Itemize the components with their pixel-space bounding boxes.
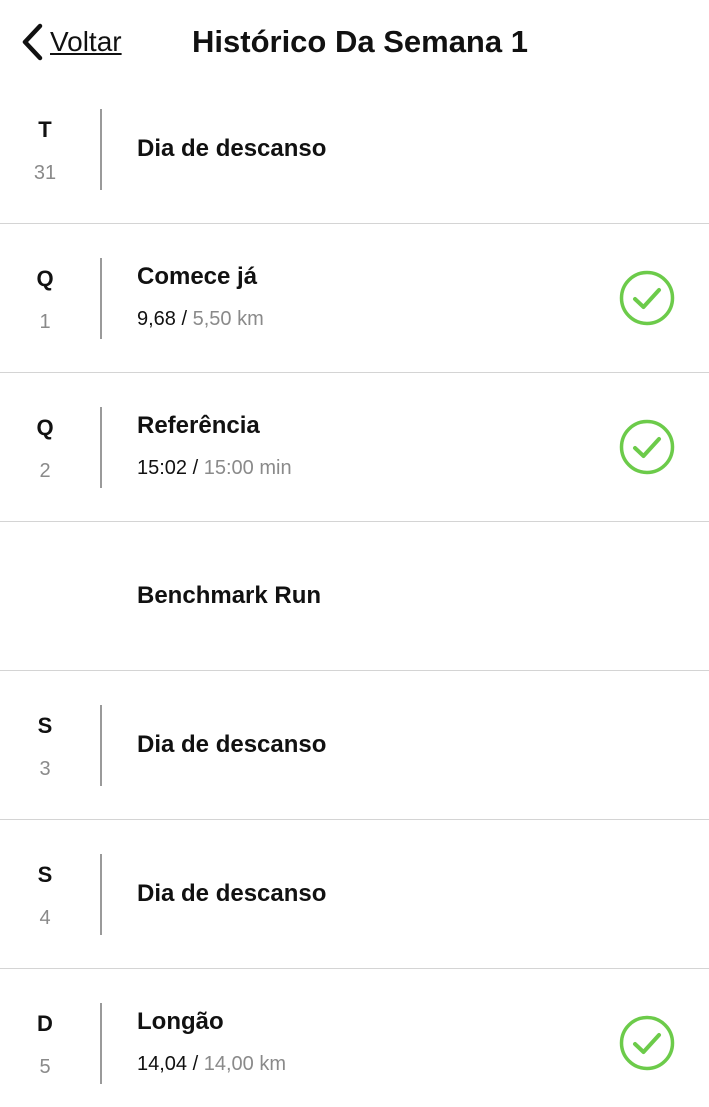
workout-title: Comece já [137,263,258,290]
day-row-rest[interactable]: S 3 Dia de descanso [0,671,709,820]
day-number: 1 [39,311,51,333]
stat-target: 14,00 km [203,1053,286,1075]
workout-title: Longão [137,1008,224,1035]
day-row-rest[interactable]: S 4 Dia de descanso [0,820,709,969]
workout-title: Dia de descanso [137,880,327,907]
day-row-rest[interactable]: T 31 Dia de descanso [0,75,709,224]
stat-actual: 14,04 [137,1053,188,1075]
workout-title: Referência [137,412,260,439]
row-divider [100,109,102,190]
day-number: 4 [39,907,51,929]
chevron-left-icon [22,23,43,61]
back-button[interactable]: Voltar [20,20,122,64]
day-number: 5 [39,1056,51,1078]
day-number: 31 [33,162,57,184]
workout-title: Dia de descanso [137,135,327,162]
day-letter: S [37,713,53,738]
check-circle-icon [619,270,675,326]
day-row-workout[interactable]: Q 2 Referência 15:02 / 15:00 min [0,373,709,522]
day-letter: D [37,1011,53,1036]
stat-target: 5,50 km [192,308,264,330]
day-letter: Q [36,415,54,440]
back-label: Voltar [50,26,122,57]
workout-title: Benchmark Run [137,582,322,609]
check-circle-icon [619,1015,675,1071]
header: Voltar Histórico Da Semana 1 [0,0,709,84]
row-divider [100,1003,102,1084]
day-letter: S [37,862,53,887]
day-number: 2 [39,460,51,482]
day-letter: Q [36,266,54,291]
stat-separator: / [187,457,204,479]
row-divider [100,854,102,935]
day-row-workout[interactable]: D 5 Longão 14,04 / 14,00 km [0,969,709,1107]
stat-actual: 9,68 [137,308,176,330]
stat-separator: / [175,308,193,330]
workout-stats: 14,04 / 14,00 km [137,1051,286,1077]
stat-separator: / [187,1053,204,1075]
day-letter: T [38,117,52,142]
workout-stats: 9,68 / 5,50 km [137,306,264,332]
stat-actual: 15:02 [137,457,188,479]
day-row-benchmark[interactable]: Benchmark Run [0,522,709,671]
row-divider [100,258,102,339]
day-number: 3 [39,758,51,780]
week-history-screen: Voltar Histórico Da Semana 1 T 31 Dia de… [0,0,709,1107]
workout-title: Dia de descanso [137,731,327,758]
check-circle-icon [619,419,675,475]
page-title: Histórico Da Semana 1 [192,24,528,59]
stat-target: 15:00 min [203,457,292,479]
workout-stats: 15:02 / 15:00 min [137,455,292,481]
workout-list: T 31 Dia de descanso Q 1 Comece já 9,68 … [0,75,709,1107]
row-divider [100,705,102,786]
row-divider [100,407,102,488]
day-row-workout[interactable]: Q 1 Comece já 9,68 / 5,50 km [0,224,709,373]
